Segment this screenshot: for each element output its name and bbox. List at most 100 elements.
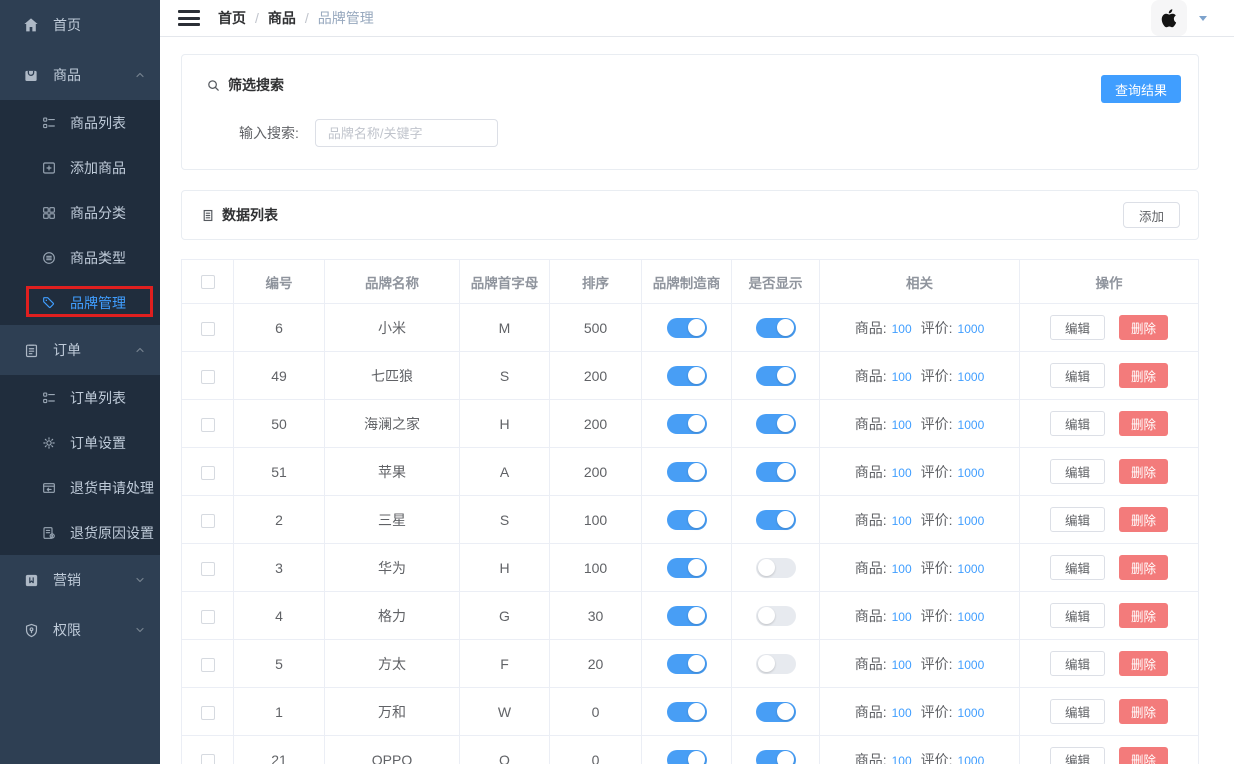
brand-search-input[interactable] (315, 119, 498, 147)
add-brand-button[interactable]: 添加 (1123, 202, 1180, 228)
delete-button[interactable]: 删除 (1119, 603, 1168, 628)
manufacturer-toggle[interactable] (667, 654, 707, 674)
sidebar-item-goods[interactable]: 商品 (0, 50, 160, 100)
query-results-button[interactable]: 查询结果 (1101, 75, 1181, 103)
edit-button[interactable]: 编辑 (1050, 699, 1105, 724)
show-toggle[interactable] (756, 654, 796, 674)
manufacturer-toggle[interactable] (667, 318, 707, 338)
table-row: 2 三星 S 100 商品:100评价:1000 编辑删除 (182, 496, 1199, 544)
show-toggle[interactable] (756, 702, 796, 722)
product-count-link[interactable]: 100 (892, 418, 912, 432)
manufacturer-toggle[interactable] (667, 702, 707, 722)
review-count-link[interactable]: 1000 (958, 706, 985, 720)
product-count-link[interactable]: 100 (892, 706, 912, 720)
brand-name: 海澜之家 (325, 400, 460, 448)
edit-button[interactable]: 编辑 (1050, 459, 1105, 484)
review-count-link[interactable]: 1000 (958, 658, 985, 672)
show-toggle[interactable] (756, 606, 796, 626)
review-count-link[interactable]: 1000 (958, 466, 985, 480)
product-count-link[interactable]: 100 (892, 658, 912, 672)
sidebar-item-order-list[interactable]: 订单列表 (0, 375, 160, 420)
orders-submenu: 订单列表 订单设置 退货申请处理 退货原因设置 (0, 375, 160, 555)
show-toggle[interactable] (756, 318, 796, 338)
manufacturer-toggle[interactable] (667, 462, 707, 482)
edit-button[interactable]: 编辑 (1050, 603, 1105, 628)
review-count-link[interactable]: 1000 (958, 418, 985, 432)
row-checkbox[interactable] (201, 658, 215, 672)
review-count-link[interactable]: 1000 (958, 754, 985, 764)
show-toggle[interactable] (756, 462, 796, 482)
avatar[interactable] (1151, 0, 1187, 36)
manufacturer-toggle[interactable] (667, 366, 707, 386)
delete-button[interactable]: 删除 (1119, 699, 1168, 724)
delete-button[interactable]: 删除 (1119, 555, 1168, 580)
delete-button[interactable]: 删除 (1119, 315, 1168, 340)
edit-button[interactable]: 编辑 (1050, 651, 1105, 676)
row-checkbox[interactable] (201, 322, 215, 336)
breadcrumb-goods[interactable]: 商品 (268, 8, 296, 28)
row-checkbox[interactable] (201, 706, 215, 720)
edit-button[interactable]: 编辑 (1050, 555, 1105, 580)
sidebar-item-goods-category[interactable]: 商品分类 (0, 190, 160, 235)
row-checkbox[interactable] (201, 562, 215, 576)
product-count-link[interactable]: 100 (892, 610, 912, 624)
show-toggle[interactable] (756, 750, 796, 764)
sidebar-item-return-reasons[interactable]: 退货原因设置 (0, 510, 160, 555)
breadcrumb-home[interactable]: 首页 (218, 8, 246, 28)
review-count-link[interactable]: 1000 (958, 370, 985, 384)
product-count-link[interactable]: 100 (892, 322, 912, 336)
product-count-link[interactable]: 100 (892, 466, 912, 480)
sidebar-item-goods-list[interactable]: 商品列表 (0, 100, 160, 145)
row-checkbox[interactable] (201, 370, 215, 384)
sidebar-item-add-goods[interactable]: 添加商品 (0, 145, 160, 190)
delete-button[interactable]: 删除 (1119, 411, 1168, 436)
product-count-link[interactable]: 100 (892, 514, 912, 528)
product-count-link[interactable]: 100 (892, 754, 912, 764)
manufacturer-toggle[interactable] (667, 606, 707, 626)
row-checkbox[interactable] (201, 466, 215, 480)
sidebar-item-marketing[interactable]: 营销 (0, 555, 160, 605)
sidebar-item-goods-type[interactable]: 商品类型 (0, 235, 160, 280)
sidebar-item-brand-management[interactable]: 品牌管理 (0, 280, 160, 325)
column-header-show: 是否显示 (732, 260, 820, 304)
product-count-link[interactable]: 100 (892, 370, 912, 384)
edit-button[interactable]: 编辑 (1050, 747, 1105, 764)
sidebar-item-orders[interactable]: 订单 (0, 325, 160, 375)
row-checkbox[interactable] (201, 610, 215, 624)
review-count-link[interactable]: 1000 (958, 514, 985, 528)
delete-button[interactable]: 删除 (1119, 459, 1168, 484)
edit-button[interactable]: 编辑 (1050, 507, 1105, 532)
delete-button[interactable]: 删除 (1119, 507, 1168, 532)
edit-button[interactable]: 编辑 (1050, 411, 1105, 436)
delete-button[interactable]: 删除 (1119, 747, 1168, 764)
row-checkbox[interactable] (201, 418, 215, 432)
hamburger-menu-icon[interactable] (178, 10, 200, 26)
row-checkbox[interactable] (201, 514, 215, 528)
edit-button[interactable]: 编辑 (1050, 315, 1105, 340)
sidebar-item-home[interactable]: 首页 (0, 0, 160, 50)
manufacturer-toggle[interactable] (667, 414, 707, 434)
review-count-link[interactable]: 1000 (958, 610, 985, 624)
plus-square-icon (40, 160, 58, 176)
product-count-link[interactable]: 100 (892, 562, 912, 576)
sidebar-item-permissions[interactable]: 权限 (0, 605, 160, 655)
manufacturer-toggle[interactable] (667, 750, 707, 764)
show-toggle[interactable] (756, 414, 796, 434)
review-count-link[interactable]: 1000 (958, 322, 985, 336)
sidebar-item-return-requests[interactable]: 退货申请处理 (0, 465, 160, 510)
review-count-link[interactable]: 1000 (958, 562, 985, 576)
manufacturer-toggle[interactable] (667, 558, 707, 578)
sidebar-item-order-settings[interactable]: 订单设置 (0, 420, 160, 465)
show-toggle[interactable] (756, 366, 796, 386)
show-toggle[interactable] (756, 510, 796, 530)
delete-button[interactable]: 删除 (1119, 651, 1168, 676)
show-toggle[interactable] (756, 558, 796, 578)
row-checkbox[interactable] (201, 754, 215, 764)
home-icon (22, 16, 40, 34)
table-header-row: 编号 品牌名称 品牌首字母 排序 品牌制造商 是否显示 相关 操作 (182, 260, 1199, 304)
user-menu[interactable] (1151, 0, 1215, 36)
manufacturer-toggle[interactable] (667, 510, 707, 530)
edit-button[interactable]: 编辑 (1050, 363, 1105, 388)
delete-button[interactable]: 删除 (1119, 363, 1168, 388)
select-all-checkbox[interactable] (201, 275, 215, 289)
